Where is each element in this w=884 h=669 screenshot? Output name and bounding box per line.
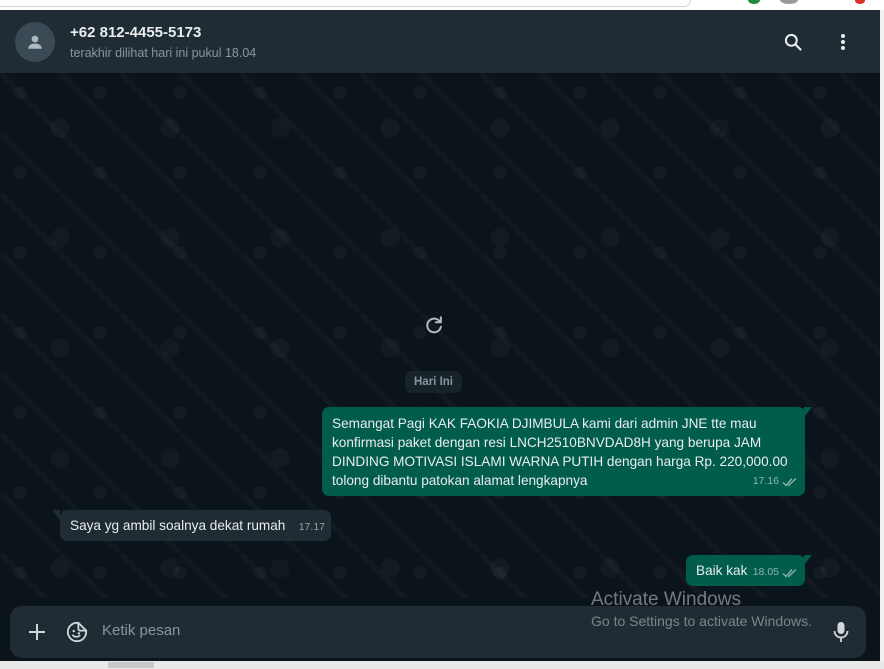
contact-avatar[interactable] [15,22,55,62]
message-text-line: Saya yg ambil soalnya dekat rumah [70,518,286,533]
activate-windows-subtitle: Go to Settings to activate Windows. [591,613,812,629]
plus-icon[interactable] [25,620,49,644]
extension-icon[interactable] [748,0,760,4]
message-bubble-outgoing[interactable]: Baik kak 18.05 [686,555,805,586]
scrollbar-track[interactable] [880,10,884,669]
message-text-line: DINDING MOTIVASI ISLAMI WARNA PUTIH deng… [332,454,788,469]
message-text-line: Semangat Pagi KAK FAOKIA DJIMBULA kami d… [332,416,757,431]
message-input[interactable]: Ketik pesan [102,622,180,639]
scrollbar-thumb[interactable] [108,662,154,668]
double-check-icon [782,477,797,487]
date-separator: Hari Ini [405,371,462,393]
message-meta: 17.16 [753,472,798,491]
activate-windows-title: Activate Windows [591,589,741,610]
message-time: 18.05 [752,566,779,578]
chat-header[interactable]: +62 812-4455-5173 terakhir dilihat hari … [0,10,880,73]
sticker-icon[interactable] [65,620,89,644]
message-time: 17.17 [298,521,325,533]
notification-icon[interactable] [855,0,865,4]
horizontal-scrollbar[interactable] [0,661,884,669]
message-text-line: konfirmasi paket dengan resi LNCH2510BNV… [332,435,762,450]
microphone-icon[interactable] [829,620,853,644]
reload-icon[interactable] [423,314,445,336]
message-bubble-incoming[interactable]: Saya yg ambil soalnya dekat rumah 17.17 [60,510,331,541]
bubble-tail [804,555,812,565]
contact-name[interactable]: +62 812-4455-5173 [70,24,201,41]
message-meta: 18.05 [753,563,798,582]
contact-last-seen: terakhir dilihat hari ini pukul 18.04 [70,46,257,60]
search-icon[interactable] [781,30,805,54]
chat-footer: Ketik pesan [0,598,880,661]
message-text-line: tolong dibantu patokan alamat lengkapnya [332,473,588,488]
message-time: 17.16 [752,475,779,487]
browser-top-strip [0,0,884,10]
bubble-tail [52,510,60,520]
whatsapp-chat-window: +62 812-4455-5173 terakhir dilihat hari … [0,10,880,661]
person-icon [28,35,42,49]
double-check-icon [782,568,797,578]
browser-tab-edge [0,0,691,7]
message-list[interactable]: Hari Ini Semangat Pagi KAK FAOKIA DJIMBU… [0,73,880,598]
message-bubble-outgoing[interactable]: Semangat Pagi KAK FAOKIA DJIMBULA kami d… [322,407,805,496]
bubble-tail [804,407,812,417]
message-meta: 17.17 [299,518,325,537]
profile-avatar-icon[interactable] [780,0,798,4]
more-vertical-icon[interactable] [831,30,855,54]
